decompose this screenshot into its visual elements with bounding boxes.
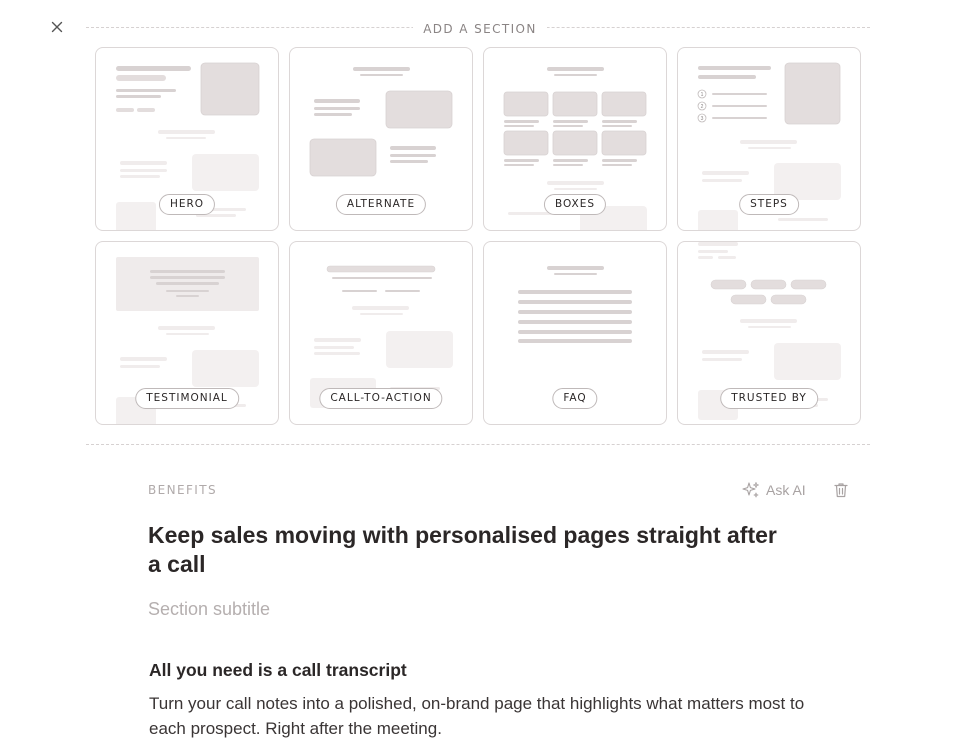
template-label-steps: STEPS	[739, 194, 799, 215]
ask-ai-label: Ask AI	[766, 482, 806, 498]
template-label-alternate: ALTERNATE	[335, 194, 427, 215]
template-card-trusted-by[interactable]: TRUSTED BY	[677, 241, 861, 425]
template-label-trusted-by: TRUSTED BY	[720, 388, 818, 409]
section-headline[interactable]: Keep sales moving with personalised page…	[148, 521, 788, 579]
template-card-alternate[interactable]: ALTERNATE	[289, 47, 473, 231]
picker-divider-bottom	[86, 444, 870, 445]
template-card-call-to-action[interactable]: CALL-TO-ACTION	[289, 241, 473, 425]
step-marker-2: 2	[697, 101, 707, 111]
template-label-testimonial: TESTIMONIAL	[135, 388, 239, 409]
trash-icon	[834, 483, 848, 498]
benefit-body[interactable]: Turn your call notes into a polished, on…	[149, 691, 829, 741]
template-label-hero: HERO	[158, 194, 216, 215]
svg-text:2: 2	[701, 104, 704, 110]
benefit-title[interactable]: All you need is a call transcript	[149, 660, 407, 681]
svg-text:3: 3	[701, 116, 704, 122]
delete-section-button[interactable]	[832, 481, 850, 504]
template-label-faq: FAQ	[552, 388, 598, 409]
picker-title: ADD A SECTION	[0, 20, 960, 38]
svg-text:1: 1	[701, 92, 704, 98]
sparkle-icon	[742, 482, 759, 498]
template-card-hero[interactable]: HERO	[95, 47, 279, 231]
template-label-boxes: BOXES	[543, 194, 607, 215]
template-card-steps[interactable]: 1 2 3 STEPS	[677, 47, 861, 231]
section-template-grid: HERO ALTERNATE BOXES 1 2 3 STEPS TESTIMO…	[95, 47, 861, 425]
section-subtitle-placeholder[interactable]: Section subtitle	[148, 599, 270, 620]
ask-ai-button[interactable]: Ask AI	[742, 481, 806, 499]
section-label: BENEFITS	[148, 483, 217, 497]
template-card-faq[interactable]: FAQ	[483, 241, 667, 425]
template-card-testimonial[interactable]: TESTIMONIAL	[95, 241, 279, 425]
step-marker-3: 3	[697, 113, 707, 123]
step-marker-1: 1	[697, 89, 707, 99]
template-label-call-to-action: CALL-TO-ACTION	[319, 388, 443, 409]
template-card-boxes[interactable]: BOXES	[483, 47, 667, 231]
